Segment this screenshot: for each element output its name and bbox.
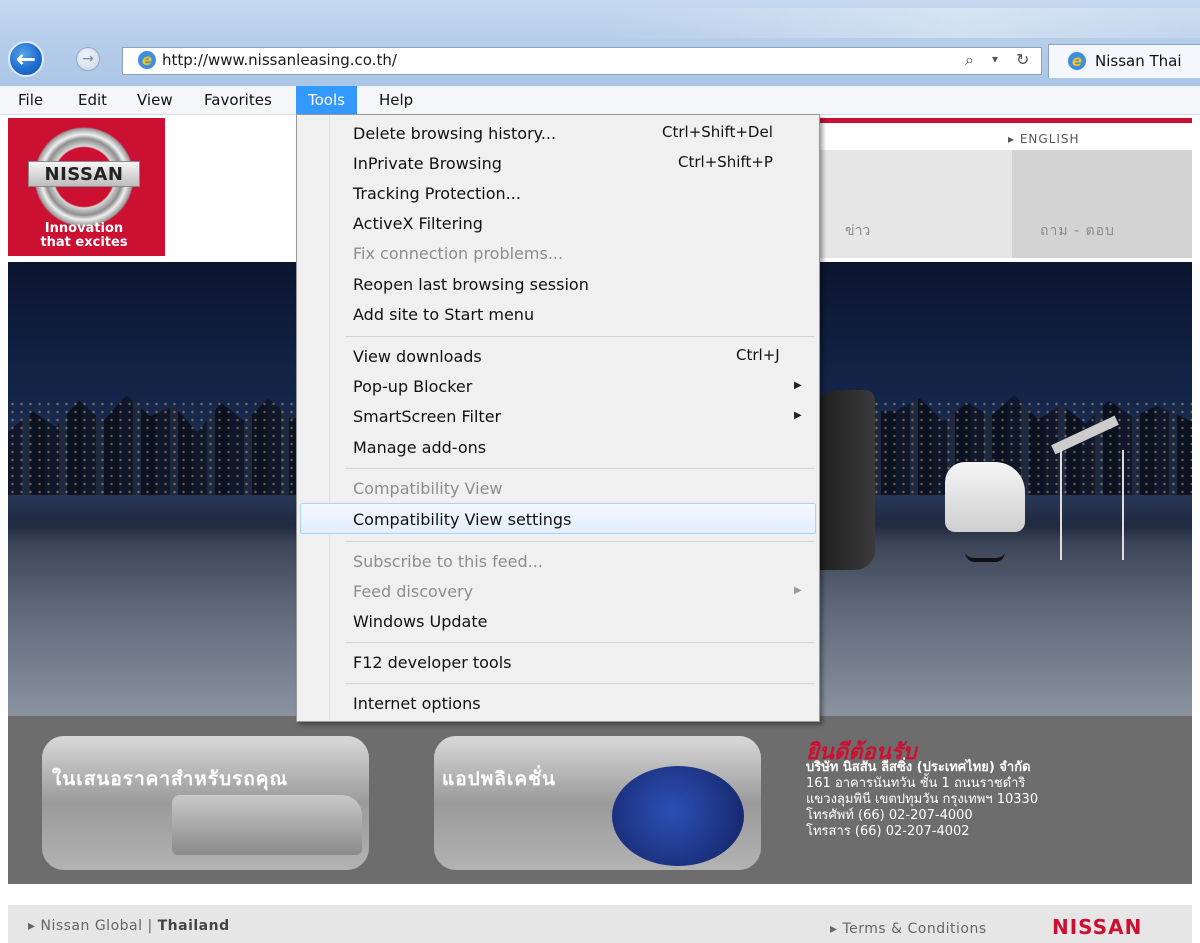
menu-item-view-downloads[interactable]: View downloads (353, 341, 482, 371)
forward-arrow-icon: → (82, 51, 94, 67)
footer-separator: | (147, 918, 153, 934)
company-district-line: แขวงลุมพินี เขตปทุมวัน กรุงเทพฯ 10330 (806, 792, 1039, 807)
nav-qa[interactable]: ถาม - ตอบ (1040, 220, 1115, 242)
company-address: บริษัท นิสสัน ลีสซิ่ง (ประเทศไทย) จำกัด … (806, 760, 1038, 840)
tab-ie-icon: e (1068, 52, 1086, 70)
english-link[interactable]: ▸ ENGLISH (1008, 132, 1080, 146)
menu-view[interactable]: View (135, 86, 175, 114)
menu-item-manage-addons[interactable]: Manage add-ons (353, 432, 486, 462)
menu-item-inprivate[interactable]: InPrivate Browsing (353, 148, 502, 178)
footer-links: ▸ Nissan Global | Thailand (28, 918, 230, 934)
menu-item-activex-filtering[interactable]: ActiveX Filtering (353, 208, 483, 238)
menu-separator (345, 683, 815, 684)
title-glow (600, 8, 1200, 38)
telescope-tripod (1060, 450, 1124, 560)
menu-item-f12-tools[interactable]: F12 developer tools (353, 647, 512, 677)
nissan-logo-text: NISSAN (28, 161, 140, 187)
shortcut-delete-history: Ctrl+Shift+Del (662, 123, 773, 141)
menu-item-compat-view: Compatibility View (353, 478, 503, 498)
company-address-line: 161 อาคารนันทวัน ชั้น 1 ถนนราชดำริ (806, 776, 1026, 791)
back-button[interactable]: ← (8, 41, 44, 77)
promo-quote-title[interactable]: ในเสนอราคาสำหรับรถคุณ (52, 764, 288, 794)
menu-bar (0, 86, 1200, 115)
submenu-arrow-icon: ▶ (794, 585, 802, 596)
menu-item-windows-update[interactable]: Windows Update (353, 606, 487, 636)
submenu-arrow-icon: ▶ (794, 410, 802, 421)
terms-link[interactable]: ▸ Terms & Conditions (830, 921, 987, 937)
submenu-arrow-icon: ▶ (794, 380, 802, 391)
menu-item-popup-blocker[interactable]: Pop-up Blocker (353, 371, 472, 401)
menu-item-subscribe-feed: Subscribe to this feed... (353, 551, 543, 571)
tagline-line-1: Innovation (44, 221, 124, 236)
company-fax: โทรสาร (66) 02-207-4002 (806, 824, 970, 839)
menu-item-add-to-start[interactable]: Add site to Start menu (353, 299, 534, 329)
ie-page-icon: e (138, 51, 156, 69)
shortcut-inprivate: Ctrl+Shift+P (678, 153, 773, 171)
menu-separator (345, 642, 815, 643)
back-arrow-icon: ← (15, 45, 37, 73)
company-name: บริษัท นิสสัน ลีสซิ่ง (ประเทศไทย) จำกัด (806, 760, 1031, 775)
menu-tools[interactable]: Tools (296, 86, 357, 114)
shortcut-view-downloads: Ctrl+J (736, 346, 780, 364)
tools-menu-gutter (297, 115, 330, 720)
menu-item-feed-discovery: Feed discovery (353, 581, 474, 601)
lounge-chair (945, 462, 1025, 532)
refresh-icon[interactable]: ↻ (1016, 50, 1029, 69)
menu-edit[interactable]: Edit (76, 86, 109, 114)
chevron-down-icon[interactable]: ▾ (992, 52, 998, 66)
menu-item-tracking-protection[interactable]: Tracking Protection... (353, 178, 521, 208)
menu-item-reopen-session[interactable]: Reopen last browsing session (353, 269, 589, 299)
search-icon[interactable]: ⌕ (965, 50, 974, 70)
menu-file[interactable]: File (16, 86, 45, 114)
tagline-line-2: that excites (40, 235, 128, 250)
menu-item-smartscreen[interactable]: SmartScreen Filter (353, 401, 501, 431)
nissan-global-link[interactable]: ▸ Nissan Global (28, 918, 143, 934)
nav-news[interactable]: ข่าว (845, 220, 870, 242)
menu-item-delete-history[interactable]: Delete browsing history... (353, 118, 556, 148)
promo-app-image[interactable] (612, 766, 744, 866)
red-stripe (820, 118, 1192, 123)
tagline: Innovation that excites (19, 222, 149, 250)
address-url[interactable]: http://www.nissanleasing.co.th/ (162, 51, 397, 69)
menu-item-internet-options[interactable]: Internet options (353, 688, 481, 718)
promo-suv-image[interactable] (172, 795, 362, 855)
chair-base (965, 540, 1005, 562)
menu-separator (345, 336, 815, 337)
forward-button[interactable]: → (76, 47, 100, 71)
promo-app-title[interactable]: แอปพลิเคชั่น (442, 764, 556, 794)
menu-separator (345, 541, 815, 542)
tab-title[interactable]: Nissan Thai (1095, 52, 1182, 70)
thailand-link[interactable]: Thailand (158, 918, 230, 934)
menu-separator (345, 468, 815, 469)
menu-item-fix-connection: Fix connection problems... (353, 243, 564, 263)
footer-nissan-logo: NISSAN (1052, 915, 1143, 939)
menu-favorites[interactable]: Favorites (202, 86, 274, 114)
company-phone: โทรศัพท์ (66) 02-207-4000 (806, 808, 973, 823)
menu-help[interactable]: Help (377, 86, 415, 114)
menu-item-compat-settings[interactable]: Compatibility View settings (353, 504, 571, 534)
